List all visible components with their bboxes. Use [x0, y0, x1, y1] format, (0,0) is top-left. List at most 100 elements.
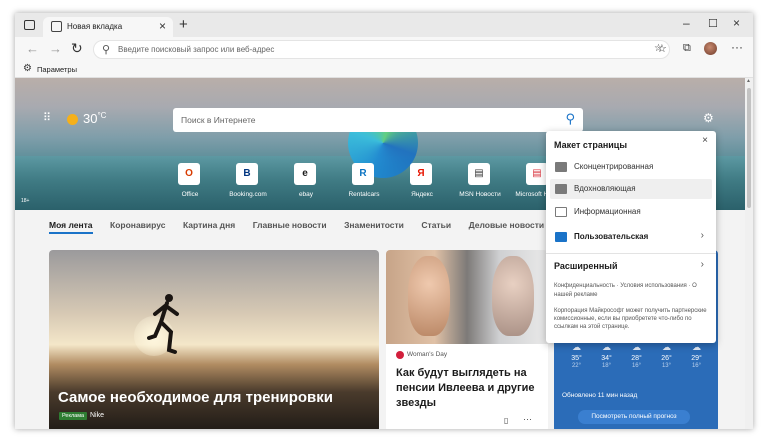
favorites-icon[interactable]: ☆ [657, 42, 667, 55]
feed-tab[interactable]: Главные новости [253, 220, 327, 230]
forecast-high: 29° [691, 355, 702, 362]
feed-tabs: Моя лента Коронавирус Картина дня Главны… [49, 220, 571, 236]
cloud-icon: ☁ [692, 342, 701, 352]
feed-tab[interactable]: Знаменитости [344, 220, 404, 230]
cloud-icon: ☁ [632, 342, 641, 352]
news-more-button[interactable]: ··· [523, 414, 532, 424]
chevron-right-icon[interactable]: › [701, 259, 704, 270]
news-card[interactable]: Woman's Day Как будут выглядеть на пенси… [386, 250, 548, 429]
apps-launcher-icon[interactable]: ⠿ [43, 111, 51, 124]
minimize-button[interactable]: – [683, 16, 690, 30]
layout-option-custom[interactable]: Пользовательская › [550, 227, 712, 247]
cloud-icon: ☁ [572, 342, 581, 352]
quick-link-icon: ▤ [526, 163, 548, 185]
quick-link-label: Rentalcars [348, 191, 380, 198]
full-forecast-button[interactable]: Посмотреть полный прогноз [578, 410, 690, 424]
feed-tab[interactable]: Деловые новости [469, 220, 545, 230]
favorites-item-settings[interactable]: Параметры [37, 65, 77, 74]
navigation-toolbar: ← → ↻ ⚲ Введите поисковый запрос или веб… [15, 37, 753, 61]
forecast-high: 28° [631, 355, 642, 362]
new-tab-favicon-icon [51, 21, 62, 32]
forecast-day: ☁ 34° 18° [594, 342, 619, 369]
title-bar: Новая вкладка × + – ☐ × [15, 13, 753, 37]
layout-option-focused[interactable]: Сконцентрированная [550, 157, 712, 177]
back-button[interactable]: ← [26, 41, 39, 56]
page-settings-gear-icon[interactable]: ⚙ [703, 111, 714, 125]
chevron-right-icon: › [700, 230, 704, 241]
source-logo-icon [396, 351, 404, 359]
quick-link-tile[interactable]: R Rentalcars [334, 163, 394, 203]
sun-icon [67, 114, 78, 125]
forecast-day: ☁ 26° 13° [654, 342, 679, 369]
privacy-links[interactable]: Конфиденциальность · Условия использован… [554, 282, 712, 300]
ad-brand: Nike [90, 412, 105, 419]
featured-title[interactable]: Самое необходимое для тренировки [58, 389, 333, 406]
featured-card[interactable]: Самое необходимое для тренировки Реклама… [49, 250, 379, 429]
quick-link-tile[interactable]: ▤ MSN Новости [450, 163, 510, 203]
news-image-face [408, 256, 450, 336]
quick-link-tile[interactable]: O Office [160, 163, 220, 203]
favorites-bar: ⚙ Параметры [15, 61, 753, 78]
tab-title: Новая вкладка [67, 22, 123, 31]
profile-avatar[interactable] [704, 42, 717, 55]
layout-informational-icon [555, 207, 567, 217]
feed-tab[interactable]: Коронавирус [110, 220, 165, 230]
forecast-high: 34° [601, 355, 612, 362]
layout-option-label: Пользовательская [574, 232, 649, 241]
page-layout-flyout: Макет страницы × Сконцентрированная Вдох… [546, 131, 716, 343]
forward-button[interactable]: → [49, 41, 62, 56]
scroll-up-icon[interactable]: ▲ [746, 78, 751, 84]
forecast-low: 13° [661, 363, 672, 369]
temperature-unit: °C [97, 111, 107, 120]
quick-link-tile[interactable]: B Booking.com [218, 163, 278, 203]
hero-credit: 18+ [21, 198, 30, 204]
reload-button[interactable]: ↻ [71, 40, 83, 57]
news-title[interactable]: Как будут выглядеть на пенсии Ивлеева и … [396, 366, 541, 411]
forecast-low: 22° [571, 363, 582, 369]
layout-focused-icon [555, 162, 567, 172]
scrollbar-thumb[interactable] [747, 88, 751, 208]
layout-option-inspirational[interactable]: Вдохновляющая [550, 179, 712, 199]
forecast-day: ☁ 35° 22° [564, 342, 589, 369]
tab-close-icon[interactable]: × [159, 19, 166, 33]
new-tab-button[interactable]: + [179, 16, 188, 33]
address-bar[interactable]: ⚲ Введите поисковый запрос или веб-адрес… [93, 40, 670, 59]
quick-link-tile[interactable]: Я Яндекс [392, 163, 452, 203]
quick-link-icon: R [352, 163, 374, 185]
quick-link-label: ebay [298, 191, 314, 198]
collections-icon[interactable]: ⧉ [683, 42, 691, 55]
advanced-settings-link[interactable]: Расширенный [554, 261, 618, 271]
layout-option-label: Сконцентрированная [574, 162, 654, 171]
feed-tab[interactable]: Моя лента [49, 220, 93, 234]
forecast-low: 16° [631, 363, 642, 369]
browser-window: Новая вкладка × + – ☐ × ← → ↻ ⚲ Введите … [15, 13, 753, 429]
layout-option-informational[interactable]: Информационная [550, 202, 712, 222]
save-icon[interactable]: ▯ [504, 416, 508, 425]
feed-tab[interactable]: Картина дня [183, 220, 235, 230]
layout-inspirational-icon [555, 184, 567, 194]
quick-link-icon: B [236, 163, 258, 185]
feed-tab[interactable]: Статьи [421, 220, 451, 230]
cloud-icon: ☁ [662, 342, 671, 352]
tab-new-tab[interactable]: Новая вкладка × [43, 17, 173, 37]
quick-link-label: Яндекс [411, 191, 433, 198]
maximize-button[interactable]: ☐ [708, 17, 718, 30]
forecast-day: ☁ 29° 16° [684, 342, 709, 369]
layout-option-label: Информационная [574, 207, 641, 216]
page-scrollbar[interactable]: ▲ [745, 78, 753, 429]
close-window-button[interactable]: × [733, 16, 740, 30]
forecast-day: ☁ 28° 16° [624, 342, 649, 369]
flyout-close-icon[interactable]: × [702, 135, 708, 146]
quick-link-icon: O [178, 163, 200, 185]
weather-temperature[interactable]: 30°C [83, 111, 106, 126]
quick-link-icon: ▤ [468, 163, 490, 185]
carousel-dots [141, 425, 249, 429]
search-icon[interactable]: ⚲ [565, 111, 575, 127]
layout-custom-icon [555, 232, 567, 242]
news-image [386, 250, 548, 344]
address-placeholder: Введите поисковый запрос или веб-адрес [118, 45, 275, 54]
tab-actions-icon[interactable] [24, 20, 35, 30]
web-search-box[interactable]: Поиск в Интернете ⚲ [173, 108, 583, 132]
quick-link-tile[interactable]: e ebay [276, 163, 336, 203]
settings-more-button[interactable]: ··· [731, 40, 743, 54]
